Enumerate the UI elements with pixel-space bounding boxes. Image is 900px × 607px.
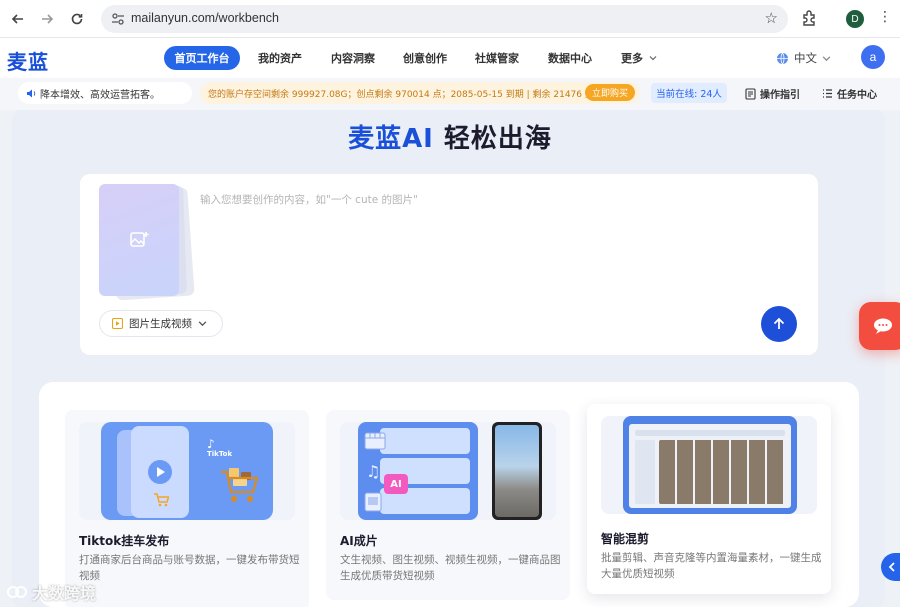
chevron-down-icon — [822, 55, 831, 61]
tiktok-illustration: ♪ TikTok — [79, 422, 295, 520]
app-navbar: 麦蓝 首页工作台 我的资产 内容洞察 创意创作 社媒管家 数据中心 更多 中文 — [0, 38, 900, 78]
send-button[interactable] — [761, 306, 797, 342]
nav-more-label: 更多 — [621, 52, 643, 65]
browser-toolbar: mailanyun.com/workbench ☆ D ⋮ — [0, 0, 900, 38]
account-info-text: 您的账户存空间剩余 999927.08G；创点剩余 970014 点；2085-… — [208, 89, 594, 100]
chevron-down-icon — [649, 56, 657, 61]
add-image-icon — [130, 232, 149, 247]
arrow-up-icon — [773, 317, 785, 329]
tiktok-badge-label: TikTok — [207, 450, 233, 458]
phone-screen — [495, 425, 539, 517]
forward-icon[interactable] — [37, 9, 57, 29]
user-avatar[interactable]: a — [861, 45, 885, 69]
feature-title: 智能混剪 — [601, 532, 650, 546]
bookmark-star-icon[interactable]: ☆ — [765, 9, 778, 27]
browser-menu-icon[interactable]: ⋮ — [878, 9, 892, 25]
upload-sheet-front — [99, 184, 179, 296]
prompt-card: 输入您想要创作的内容，如"一个 cute 的图片" 图片生成视频 — [80, 174, 818, 355]
ai-video-illustration: ♫ AI — [340, 422, 556, 520]
generation-mode-label: 图片生成视频 — [129, 318, 192, 330]
url-text[interactable]: mailanyun.com/workbench — [131, 11, 279, 25]
feature-card-ai-video[interactable]: ♫ AI AI成片 文生视频、图生视频、视频生视频，一键商品图生成优质带货短视频 — [326, 410, 570, 600]
editor-sidebar — [635, 440, 655, 504]
feature-description: 批量剪辑、声音克隆等内置海量素材，一键生成大量优质短视频 — [601, 552, 822, 580]
address-bar[interactable]: mailanyun.com/workbench ☆ — [101, 5, 788, 33]
task-center-link[interactable]: 任务中心 — [822, 86, 877, 101]
hero-brand: 麦蓝AI — [348, 124, 434, 154]
video-play-icon — [112, 318, 123, 329]
buy-now-button[interactable]: 立即购买 — [585, 84, 635, 101]
feature-title: Tiktok挂车发布 — [79, 534, 170, 548]
document-icon — [745, 87, 756, 100]
speaker-icon — [27, 89, 36, 97]
guide-label: 操作指引 — [760, 90, 800, 101]
watermark: 大数跨境 — [6, 580, 96, 604]
chevron-down-icon — [198, 321, 207, 327]
online-count-badge: 当前在线: 24人 — [651, 83, 727, 103]
announcement-pill: 降本增效、高效运营拓客。 — [18, 82, 192, 104]
tiktok-note-icon: ♪ — [207, 437, 215, 451]
site-settings-icon[interactable] — [109, 10, 127, 28]
language-selector[interactable]: 中文 — [776, 50, 831, 66]
profile-avatar[interactable]: D — [846, 10, 864, 28]
hero-tagline: 轻松出海 — [433, 124, 552, 154]
feature-card-tiktok[interactable]: ♪ TikTok Tiktok挂车发布 打通商家后台商品与账号数据，一键发布带货短… — [65, 410, 309, 607]
nav-item-insights[interactable]: 内容洞察 — [323, 46, 383, 70]
editor-toolbar — [635, 430, 785, 436]
chat-bubble-icon — [874, 318, 892, 334]
extensions-icon[interactable] — [801, 9, 821, 29]
ai-badge: AI — [384, 474, 408, 494]
notice-bar: 降本增效、高效运营拓客。 您的账户存空间剩余 999927.08G；创点剩余 9… — [0, 78, 900, 110]
play-icon — [148, 460, 172, 484]
nav-item-data[interactable]: 数据中心 — [540, 46, 600, 70]
feature-section: ♪ TikTok Tiktok挂车发布 打通商家后台商品与账号数据，一键发布带货短… — [39, 382, 859, 607]
watermark-text: 大数跨境 — [32, 584, 97, 603]
chat-assistant-button[interactable] — [859, 302, 900, 350]
watermark-logo-icon — [7, 586, 27, 598]
nav-item-home[interactable]: 首页工作台 — [164, 46, 240, 70]
shopping-cart-icon — [219, 466, 263, 510]
tiktok-badge: ♪ TikTok — [207, 438, 232, 458]
nav-item-assets[interactable]: 我的资产 — [250, 46, 310, 70]
generation-mode-select[interactable]: 图片生成视频 — [99, 310, 223, 337]
cart-small-icon — [153, 492, 170, 511]
music-note-icon: ♫ — [366, 462, 381, 481]
account-status: 您的账户存空间剩余 999927.08G；创点剩余 970014 点；2085-… — [200, 82, 640, 104]
nav-item-social[interactable]: 社媒管家 — [467, 46, 527, 70]
list-icon — [823, 89, 832, 98]
logo[interactable]: 麦蓝 — [7, 46, 49, 75]
phone-preview — [492, 422, 542, 520]
nav-item-creation[interactable]: 创意创作 — [395, 46, 455, 70]
smart-mix-illustration — [601, 416, 817, 514]
hero-title: 麦蓝AI 轻松出海 — [0, 118, 900, 155]
film-icon — [364, 432, 386, 454]
back-icon[interactable] — [8, 9, 28, 29]
reload-icon[interactable] — [67, 9, 87, 29]
chevron-left-icon — [888, 562, 895, 572]
language-label: 中文 — [794, 51, 817, 65]
editor-window — [629, 424, 791, 508]
image-upload-area[interactable] — [99, 184, 195, 301]
globe-icon — [777, 52, 788, 64]
feature-description: 打通商家后台商品与账号数据，一键发布带货短视频 — [79, 554, 300, 582]
feature-description: 文生视频、图生视频、视频生视频，一键商品图生成优质带货短视频 — [340, 554, 561, 582]
prompt-input[interactable]: 输入您想要创作的内容，如"一个 cute 的图片" — [200, 192, 418, 207]
feature-title: AI成片 — [340, 534, 378, 548]
feature-card-smart-mix[interactable]: 智能混剪 批量剪辑、声音克隆等内置海量素材，一键生成大量优质短视频 — [587, 404, 831, 594]
task-center-label: 任务中心 — [837, 90, 877, 101]
nav-item-more[interactable]: 更多 — [614, 46, 664, 70]
ai-video-slot — [380, 428, 470, 454]
image-file-icon — [364, 492, 382, 516]
thumbnail-grid — [659, 440, 785, 504]
announcement-text: 降本增效、高效运营拓客。 — [40, 89, 160, 101]
guide-link[interactable]: 操作指引 — [745, 86, 800, 101]
